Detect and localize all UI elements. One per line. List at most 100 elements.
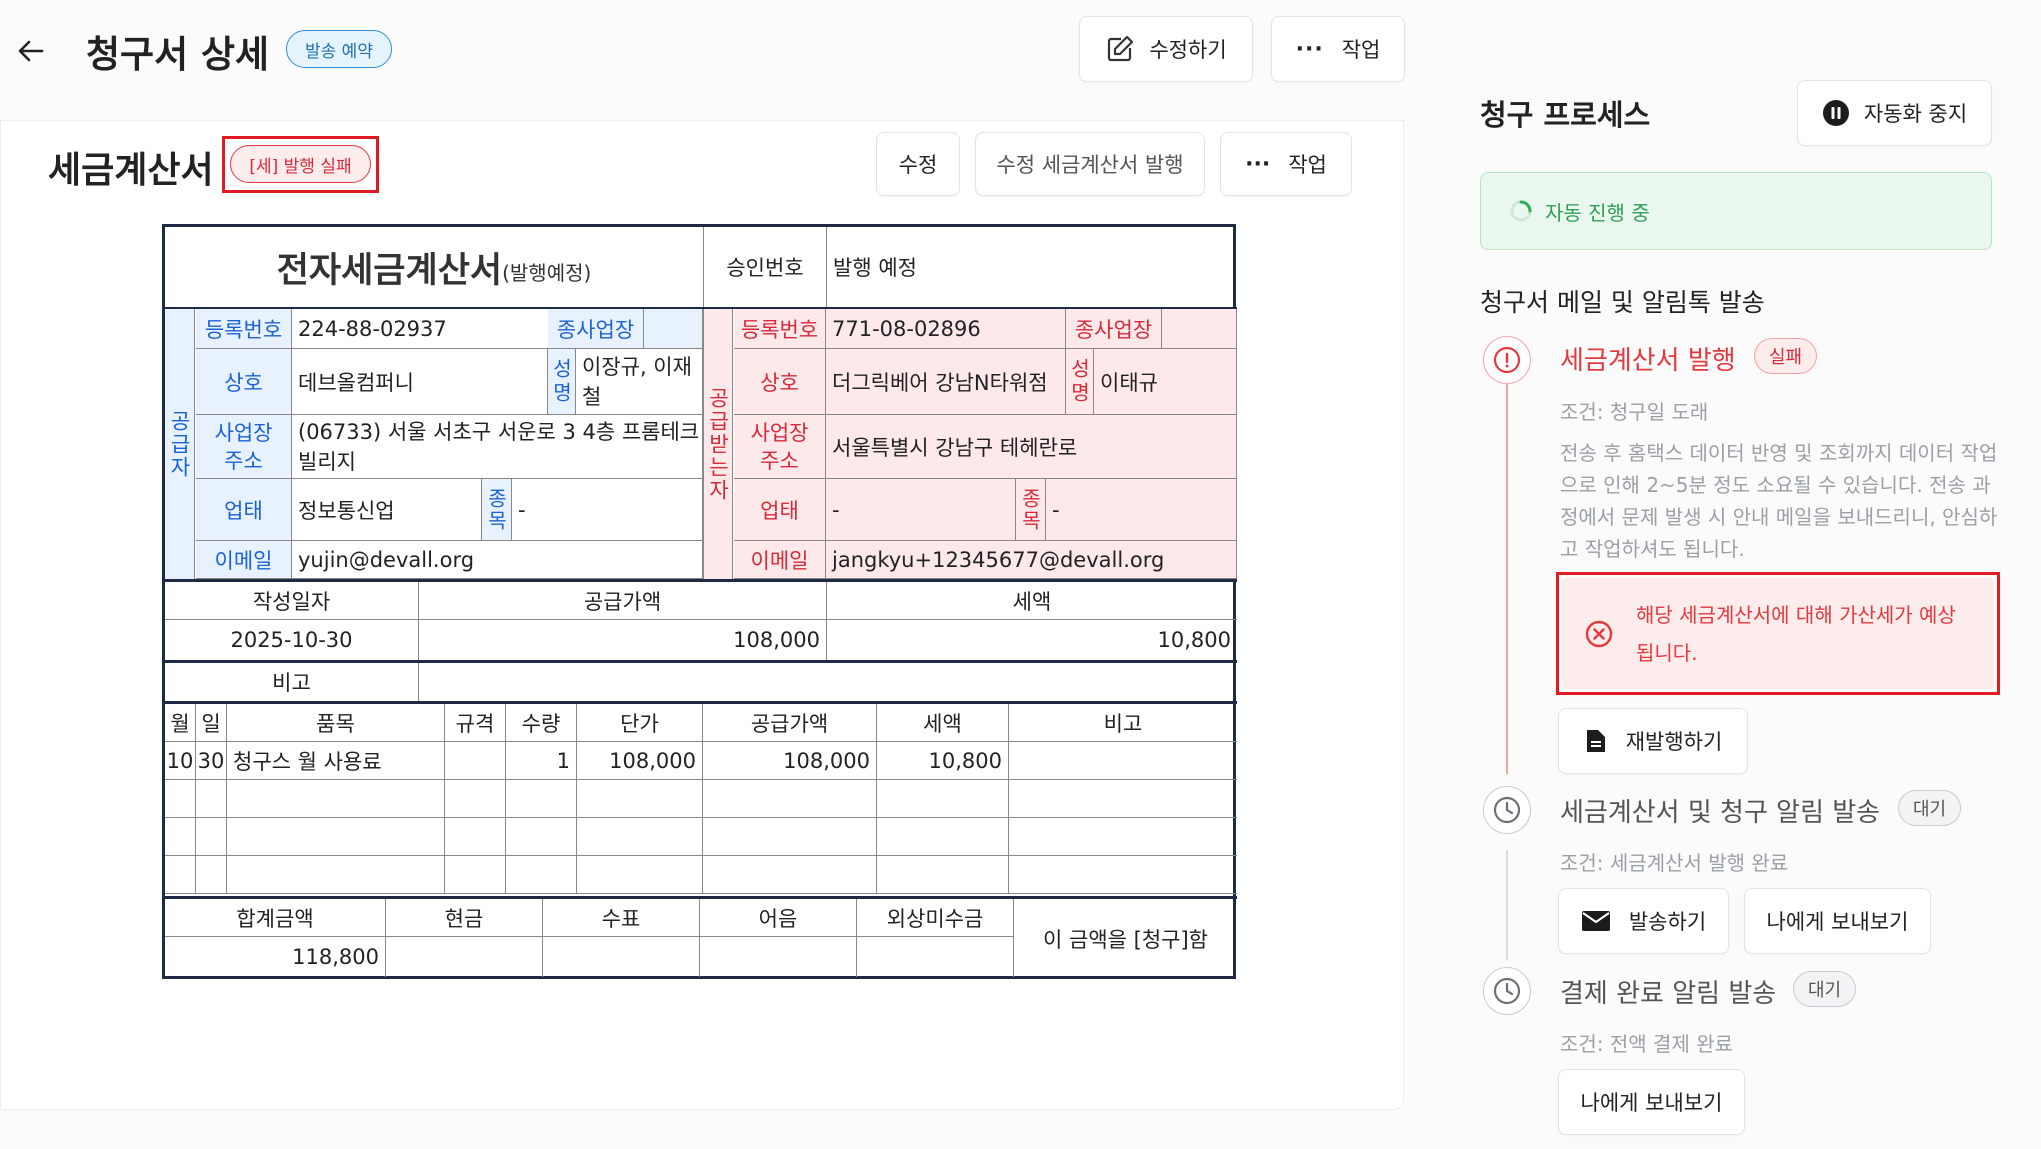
supplier-name-value: 데브올컴퍼니 xyxy=(292,349,548,415)
supplier-type-value: 정보통신업 xyxy=(292,479,482,541)
page-title: 청구서 상세 xyxy=(86,33,270,76)
total-label: 합계금액 xyxy=(165,899,386,937)
send-button[interactable]: 발송하기 xyxy=(1558,888,1729,954)
cash-value xyxy=(386,937,543,977)
item-cell-qty: 1 xyxy=(506,742,577,780)
cash-label: 현금 xyxy=(386,899,543,937)
document-icon xyxy=(1584,728,1608,754)
send-to-me-button[interactable]: 나에게 보내보기 xyxy=(1744,888,1931,954)
payment-send-to-me-button[interactable]: 나에게 보내보기 xyxy=(1558,1069,1745,1135)
supplier-addr-value: (06733) 서울 서초구 서운로 3 4층 프롬테크빌리지 xyxy=(292,415,703,479)
item-cell-spec xyxy=(445,742,506,780)
supplier-rep-value: 이장규, 이재철 xyxy=(576,349,703,415)
credit-label: 외상미수금 xyxy=(857,899,1014,937)
supplier-branch-value xyxy=(644,309,703,349)
total-value: 118,800 xyxy=(165,937,386,977)
empty-item-cell xyxy=(506,780,577,818)
empty-item-cell xyxy=(703,818,877,856)
supplier-item-label: 종목 xyxy=(482,479,512,541)
auto-status-box: 자동 진행 중 xyxy=(1480,172,1992,250)
status-badge: 발송 예약 xyxy=(286,30,392,68)
error-box: 해당 세금계산서에 대해 가산세가 예상됩니다. xyxy=(1562,578,1994,689)
pencil-icon xyxy=(1105,34,1135,64)
more-icon: ··· xyxy=(1295,36,1324,62)
receiver-reg-label: 등록번호 xyxy=(734,309,826,349)
tax-action-label: 작업 xyxy=(1288,153,1327,177)
item-cell-supply: 108,000 xyxy=(703,742,877,780)
edit-button-label: 수정하기 xyxy=(1149,38,1227,62)
empty-item-cell xyxy=(227,856,445,894)
supplier-branch-label: 종사업장 xyxy=(548,309,644,349)
empty-item-cell xyxy=(165,818,196,856)
edit-button[interactable]: 수정하기 xyxy=(1079,16,1253,82)
supplier-rep-label: 성명 xyxy=(548,349,576,415)
step-3-title: 결제 완료 알림 발송 xyxy=(1560,979,1777,1009)
empty-item-cell xyxy=(1009,818,1237,856)
supplier-addr-label: 사업장 주소 xyxy=(196,415,292,479)
tax-action-button[interactable]: ··· 작업 xyxy=(1220,132,1352,196)
approval-value: 발행 예정 xyxy=(833,256,917,280)
sidebar-title: 청구 프로세스 xyxy=(1480,98,1651,132)
empty-item-cell xyxy=(445,856,506,894)
tax-edit-button[interactable]: 수정 xyxy=(876,132,960,196)
promissory-label: 어음 xyxy=(700,899,857,937)
receiver-email-value: jangkyu+12345677@devall.org xyxy=(826,541,1237,579)
empty-item-cell xyxy=(196,818,227,856)
back-arrow-icon[interactable] xyxy=(14,34,48,68)
step-2-badge: 대기 xyxy=(1898,790,1962,826)
section-title: 청구서 메일 및 알림톡 발송 xyxy=(1480,288,1765,317)
check-value xyxy=(543,937,700,977)
receiver-rep-value: 이태규 xyxy=(1094,349,1237,415)
receiver-rep-label: 성명 xyxy=(1066,349,1094,415)
step-1-badge: 실패 xyxy=(1754,338,1818,374)
receiver-type-label: 업태 xyxy=(734,479,826,541)
items-header-tax: 세액 xyxy=(877,704,1009,742)
reissue-button[interactable]: 재발행하기 xyxy=(1558,708,1748,774)
receiver-branch-label: 종사업장 xyxy=(1066,309,1162,349)
item-cell-day: 30 xyxy=(196,742,227,780)
receiver-addr-value: 서울특별시 강남구 테헤란로 xyxy=(826,415,1237,479)
step-2-title: 세금계산서 및 청구 알림 발송 xyxy=(1560,798,1881,828)
step-3-badge: 대기 xyxy=(1793,971,1857,1007)
empty-item-cell xyxy=(227,780,445,818)
step-error-icon xyxy=(1483,336,1531,384)
mail-icon xyxy=(1581,910,1611,932)
items-header-supply: 공급가액 xyxy=(703,704,877,742)
tax-section-title: 세금계산서 xyxy=(48,150,214,191)
invoice-title-suffix: (발행예정) xyxy=(502,260,592,285)
empty-item-cell xyxy=(196,780,227,818)
items-header-unit-price: 단가 xyxy=(577,704,703,742)
supplier-side-label: 공급자 xyxy=(165,309,195,579)
action-button[interactable]: ··· 작업 xyxy=(1271,16,1405,82)
items-header-note: 비고 xyxy=(1009,704,1237,742)
supplier-name-label: 상호 xyxy=(196,349,292,415)
empty-item-cell xyxy=(165,780,196,818)
step-2-condition: 조건: 세금계산서 발행 완료 xyxy=(1560,851,1789,875)
empty-item-cell xyxy=(703,856,877,894)
payment-send-to-me-label: 나에게 보내보기 xyxy=(1580,1091,1723,1115)
item-cell-month: 10 xyxy=(165,742,196,780)
supplier-type-label: 업태 xyxy=(196,479,292,541)
invoice-title: 전자세금계산서 xyxy=(276,250,503,291)
empty-item-cell xyxy=(703,780,877,818)
tax-invoice-document: 전자세금계산서 (발행예정) 승인번호 발행 예정 공급자 등록번호 224-8… xyxy=(162,224,1237,979)
empty-item-cell xyxy=(506,818,577,856)
pause-automation-button[interactable]: 자동화 중지 xyxy=(1797,80,1992,146)
tax-amount-value: 10,800 xyxy=(1157,628,1231,652)
item-cell-unit-price: 108,000 xyxy=(577,742,703,780)
empty-item-cell xyxy=(577,780,703,818)
empty-item-cell xyxy=(165,856,196,894)
item-cell-item: 청구스 월 사용료 xyxy=(227,742,445,780)
step-1-title: 세금계산서 발행 xyxy=(1560,346,1736,376)
receiver-reg-value: 771-08-02896 xyxy=(826,309,1066,349)
step-clock-icon xyxy=(1483,786,1531,834)
supplier-reg-label: 등록번호 xyxy=(196,309,292,349)
amend-tax-invoice-button[interactable]: 수정 세금계산서 발행 xyxy=(975,132,1205,196)
approval-label: 승인번호 xyxy=(726,256,804,280)
receiver-name-value: 더그릭베어 강남N타워점 xyxy=(826,349,1066,415)
spinner-icon xyxy=(1509,199,1533,223)
supply-amount-label: 공급가액 xyxy=(419,582,827,620)
receiver-email-label: 이메일 xyxy=(734,541,826,579)
receiver-addr-label: 사업장 주소 xyxy=(734,415,826,479)
item-cell-tax: 10,800 xyxy=(877,742,1009,780)
